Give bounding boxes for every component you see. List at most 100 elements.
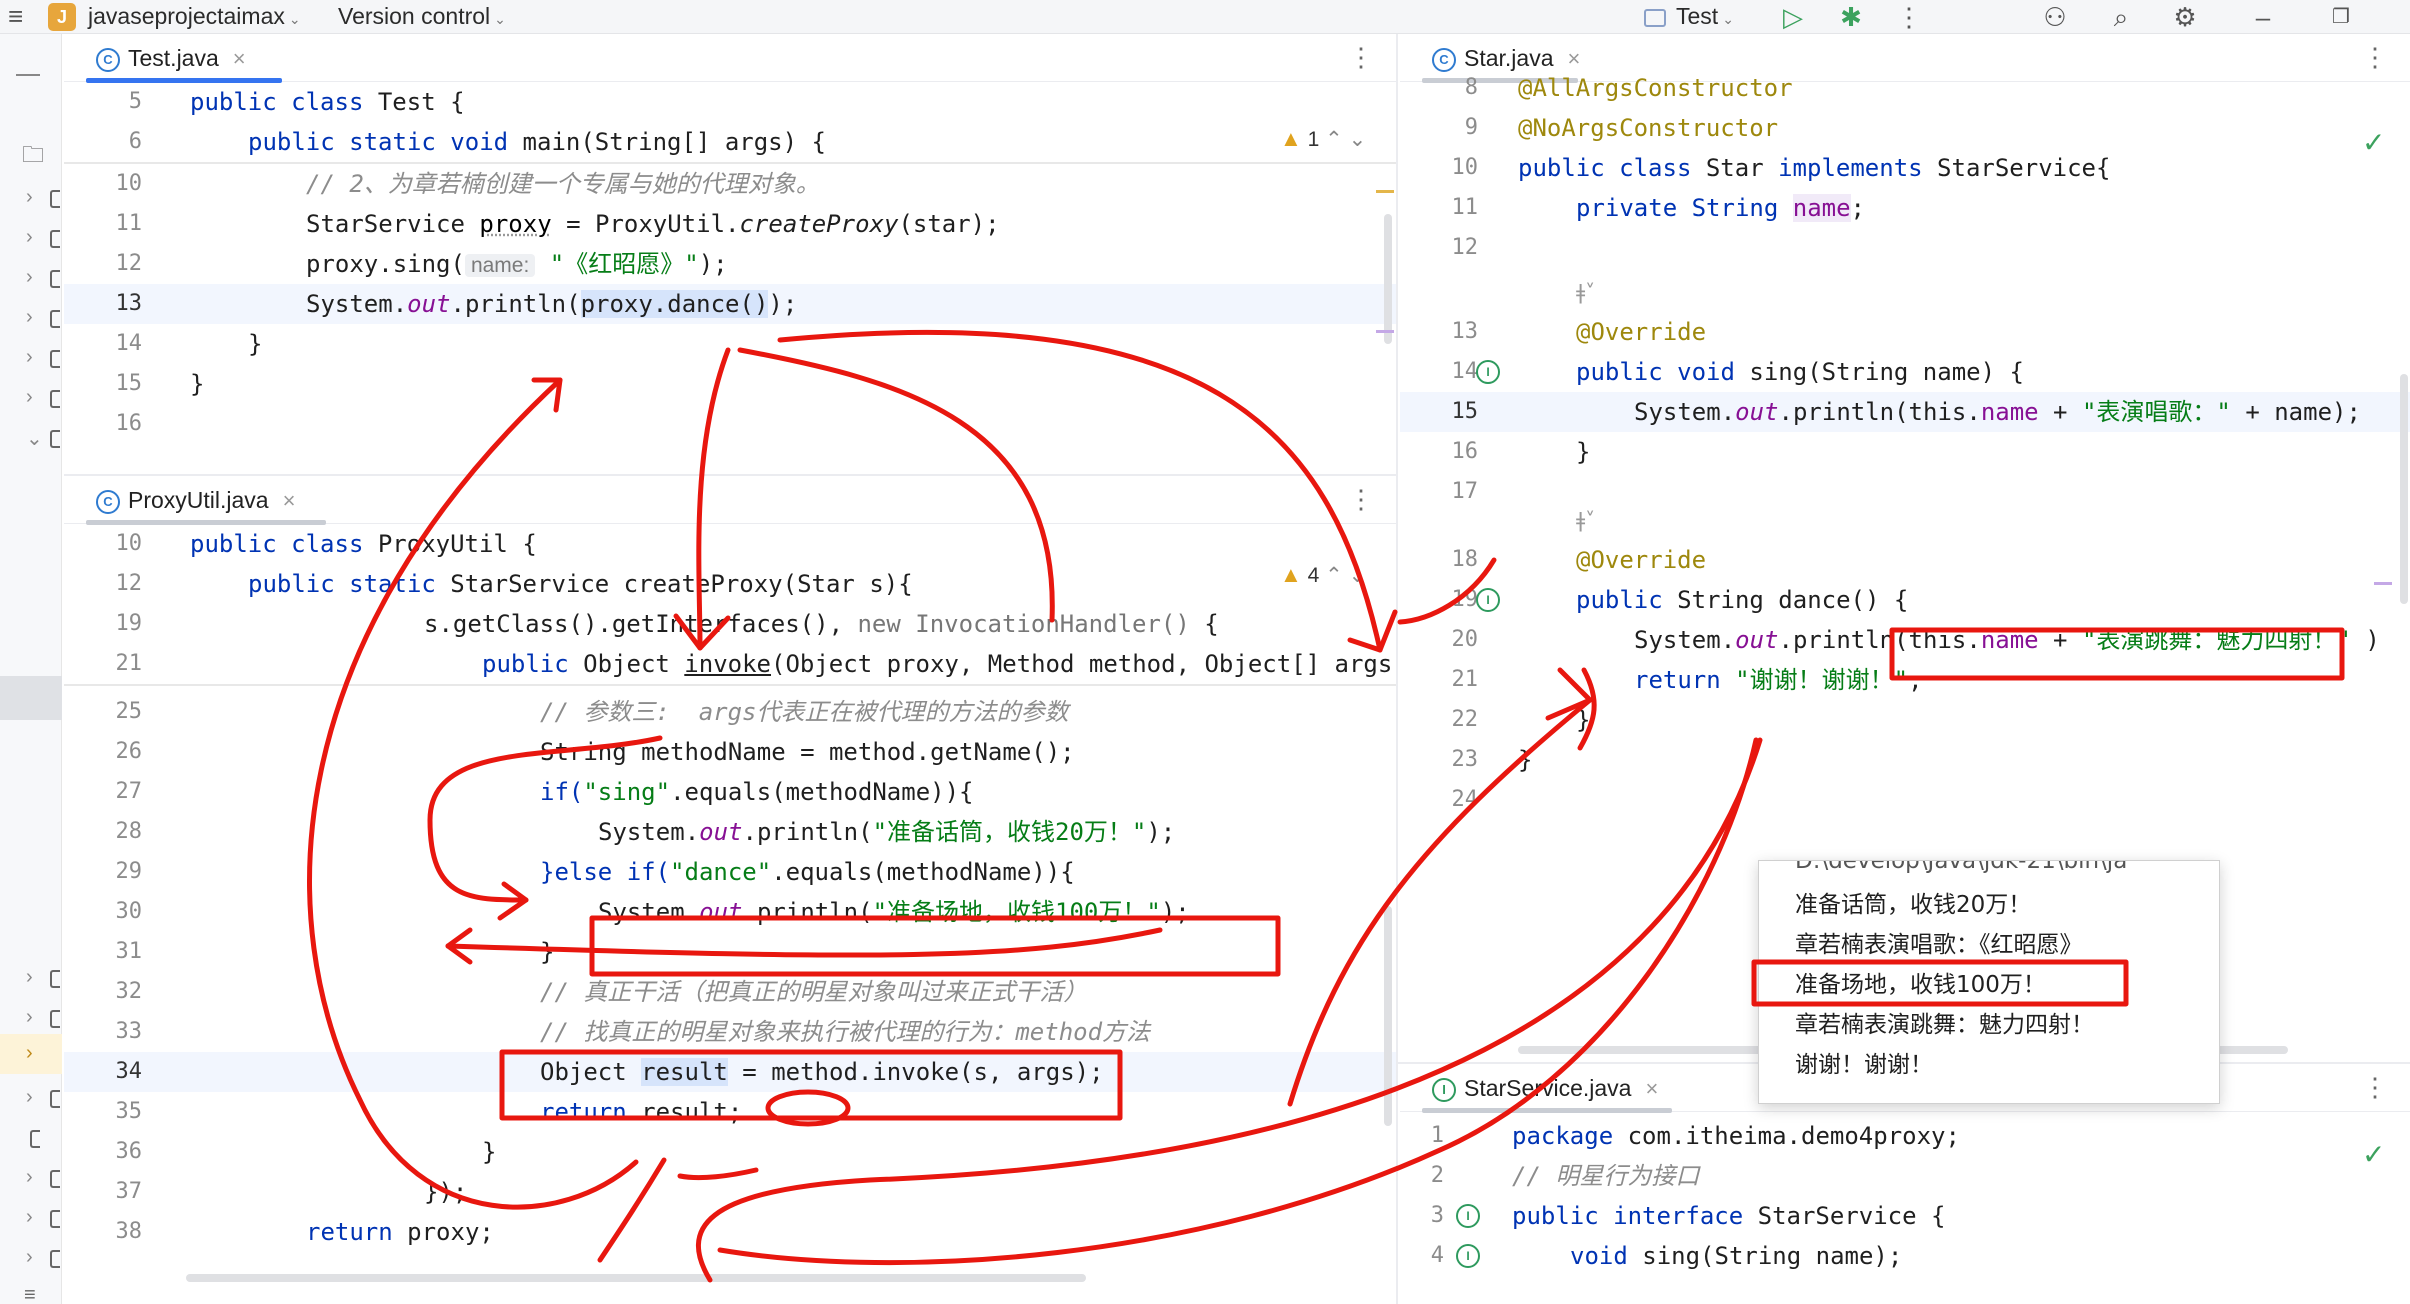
settings-gear-icon[interactable]: ⚙ bbox=[2170, 3, 2200, 31]
code-comment: // 真正干活（把真正的明星对象叫过来正式干活） bbox=[540, 978, 1088, 1006]
class-icon: C bbox=[96, 47, 120, 72]
line-number: 3 bbox=[1430, 1203, 1444, 1228]
more-icon[interactable]: ⋮ bbox=[1348, 484, 1374, 515]
folder-icon bbox=[50, 230, 60, 248]
ai-hint-icon[interactable]: ǂ˅ bbox=[1576, 272, 1595, 312]
line-number: 24 bbox=[1451, 787, 1479, 812]
vertical-scrollbar[interactable] bbox=[1384, 214, 1392, 344]
code-area[interactable]: 5 public class Test { 6 public static void… bbox=[64, 82, 1396, 474]
restore-icon[interactable]: ❐ bbox=[2326, 3, 2356, 31]
code-line: 33 // 找真正的明星对象来执行被代理的行为：method方法 bbox=[64, 1012, 1396, 1052]
tree-item[interactable]: › bbox=[0, 178, 62, 218]
implemented-gutter-icon[interactable]: I bbox=[1456, 1204, 1480, 1228]
line-number: 4 bbox=[1430, 1243, 1444, 1268]
tree-item-highlighted[interactable]: › bbox=[0, 1034, 62, 1074]
line-number: 13 bbox=[115, 291, 143, 316]
run-icon[interactable]: ▷ bbox=[1778, 3, 1808, 31]
implements-gutter-icon[interactable]: I bbox=[1476, 360, 1500, 384]
tree-item[interactable]: › bbox=[0, 1238, 62, 1278]
close-icon[interactable]: × bbox=[1645, 1076, 1658, 1101]
chevron-right-icon: › bbox=[26, 186, 33, 208]
more-icon[interactable]: ⋮ bbox=[2362, 1072, 2388, 1103]
tree-item[interactable]: › bbox=[0, 218, 62, 258]
line-number: 36 bbox=[115, 1139, 143, 1164]
project-selector[interactable]: javaseprojectaimax ⌄ bbox=[88, 0, 301, 34]
run-config-selector[interactable]: Test ⌄ bbox=[1644, 0, 1734, 34]
chevron-up-icon[interactable]: ⌃ bbox=[1325, 128, 1343, 151]
line-number: 10 bbox=[1451, 155, 1479, 180]
line-number: 12 bbox=[1451, 235, 1479, 260]
project-tree-strip: 🗀 › › › › › › ⌄ › › › › › › › ≡ bbox=[0, 34, 62, 1304]
code-line: 10 public class Star implements StarServi… bbox=[1400, 148, 2410, 188]
chevron-down-icon[interactable]: ⌄ bbox=[1349, 128, 1367, 151]
tab-test-java[interactable]: C Test.java × bbox=[82, 34, 260, 82]
chevron-down-icon[interactable]: ⌄ bbox=[1349, 564, 1367, 587]
warning-count: 1 bbox=[1307, 128, 1320, 151]
inspection-widget[interactable]: ▲ 1 ⌃ ⌄ bbox=[1280, 126, 1366, 152]
chevron-right-icon: › bbox=[26, 1086, 33, 1108]
tree-item[interactable]: › bbox=[0, 958, 62, 998]
main-menu-icon[interactable]: ≡ bbox=[8, 0, 23, 34]
collapse-icon[interactable] bbox=[16, 74, 40, 76]
line-number: 11 bbox=[1451, 195, 1479, 220]
tree-item[interactable] bbox=[0, 1118, 62, 1158]
vertical-scrollbar[interactable] bbox=[2400, 374, 2408, 604]
tab-proxyutil-java[interactable]: C ProxyUtil.java × bbox=[82, 476, 309, 524]
line-number: 35 bbox=[115, 1099, 143, 1124]
close-icon[interactable]: × bbox=[233, 46, 246, 71]
code-line: 12 bbox=[1400, 228, 2410, 268]
console-line: 准备话筒，收钱20万！ bbox=[1795, 892, 2032, 918]
tree-item[interactable]: › bbox=[0, 998, 62, 1038]
code-line: 12 public static StarService createProxy(… bbox=[64, 564, 1396, 604]
tree-item[interactable]: ≡ bbox=[0, 1278, 62, 1304]
code-line-current: 34 Object result = method.invoke(s, args)… bbox=[64, 1052, 1396, 1092]
code-area[interactable]: 1 package com.itheima.demo4proxy; 2 // 明星行… bbox=[1400, 1112, 2410, 1304]
code-line: 36} bbox=[64, 1132, 1396, 1172]
editor-vertical-splitter[interactable] bbox=[1396, 34, 1398, 1304]
folder-icon bbox=[50, 1250, 60, 1268]
tree-item[interactable]: › bbox=[0, 338, 62, 378]
tree-item[interactable]: › bbox=[0, 1078, 62, 1118]
tree-item[interactable]: ⌄ bbox=[0, 418, 62, 458]
folder-icon[interactable]: 🗀 bbox=[22, 138, 44, 176]
horizontal-scrollbar[interactable] bbox=[186, 1274, 1086, 1282]
line-number: 21 bbox=[1451, 667, 1479, 692]
line-number: 38 bbox=[115, 1219, 143, 1244]
search-icon[interactable]: ⌕ bbox=[2106, 3, 2136, 31]
warning-icon: ▲ bbox=[1280, 562, 1302, 587]
chevron-down-icon: ⌄ bbox=[288, 11, 301, 27]
tree-item[interactable]: › bbox=[0, 258, 62, 298]
line-number: 21 bbox=[115, 651, 143, 676]
line-number: 32 bbox=[115, 979, 143, 1004]
code-comment: // 明星行为接口 bbox=[1512, 1162, 1700, 1190]
more-actions-icon[interactable]: ⋮ bbox=[1894, 3, 1924, 31]
vcs-selector[interactable]: Version control ⌄ bbox=[338, 0, 506, 34]
folder-icon bbox=[50, 430, 60, 448]
tab-starservice-java[interactable]: I StarService.java × bbox=[1418, 1064, 1672, 1112]
debug-icon[interactable]: ✱ bbox=[1836, 3, 1866, 31]
tree-item[interactable]: › bbox=[0, 298, 62, 338]
implemented-gutter-icon[interactable]: I bbox=[1456, 1244, 1480, 1268]
inspection-widget[interactable]: ▲ 4 ⌃ ⌄ bbox=[1280, 562, 1366, 588]
code-line: 5 public class Test { bbox=[64, 82, 1396, 122]
code-line: 27 if("sing".equals(methodName)){ bbox=[64, 772, 1396, 812]
close-icon[interactable]: × bbox=[283, 488, 296, 513]
tab-label: Test.java bbox=[128, 45, 219, 71]
class-icon: C bbox=[96, 489, 120, 514]
add-user-icon[interactable]: ⚇ bbox=[2040, 3, 2070, 31]
line-number: 14 bbox=[115, 331, 143, 356]
minimize-icon[interactable]: – bbox=[2248, 3, 2278, 31]
vcs-label: Version control bbox=[338, 3, 491, 29]
code-area[interactable]: 10 public class ProxyUtil { 12 public stat… bbox=[64, 524, 1396, 1304]
chevron-up-icon[interactable]: ⌃ bbox=[1325, 564, 1343, 587]
implements-gutter-icon[interactable]: I bbox=[1476, 588, 1500, 612]
tree-item[interactable]: › bbox=[0, 1198, 62, 1238]
vertical-scrollbar[interactable] bbox=[1384, 906, 1392, 1126]
ai-hint-icon[interactable]: ǂ˅ bbox=[1576, 500, 1595, 540]
more-icon[interactable]: ⋮ bbox=[1348, 42, 1374, 73]
line-number: 16 bbox=[1451, 439, 1479, 464]
folder-icon bbox=[50, 1010, 60, 1028]
tree-item[interactable]: › bbox=[0, 378, 62, 418]
tree-item[interactable]: › bbox=[0, 1158, 62, 1198]
editor-test-java: C Test.java × ⋮ 5 public class Test { 6 publ… bbox=[64, 34, 1396, 474]
